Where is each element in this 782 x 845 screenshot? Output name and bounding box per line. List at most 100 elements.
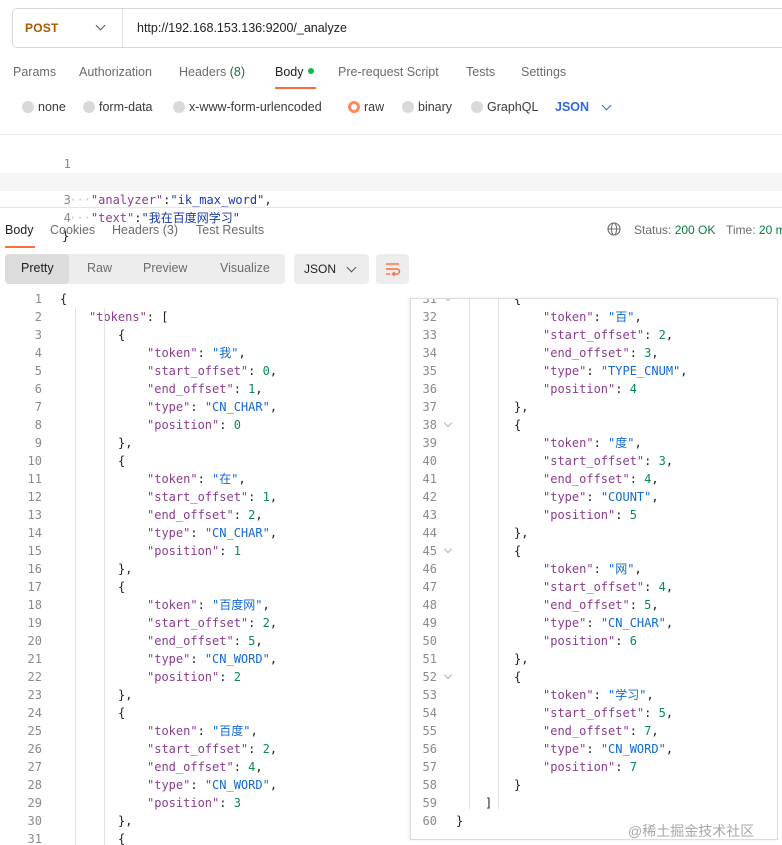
- radio-form-data[interactable]: [83, 101, 95, 113]
- code-text: "end_offset": 5,: [543, 598, 659, 612]
- tab-count-badge: (8): [229, 65, 246, 79]
- code-line: 35 "type": "TYPE_CNUM",: [411, 362, 777, 380]
- method-select[interactable]: POST: [13, 9, 123, 47]
- wrap-lines-icon: [386, 263, 401, 277]
- line-number: 17: [27, 580, 42, 594]
- globe-icon[interactable]: [607, 222, 621, 236]
- tab-tests[interactable]: Tests: [466, 65, 495, 79]
- response-tab-cookies[interactable]: Cookies: [50, 223, 95, 237]
- radio-none[interactable]: [22, 101, 34, 113]
- tab-body[interactable]: Body: [275, 65, 314, 79]
- method-label: POST: [25, 21, 59, 35]
- line-number: 20: [27, 634, 42, 648]
- radio-binary[interactable]: [402, 101, 414, 113]
- code-text: {: [60, 292, 68, 306]
- tab-params[interactable]: Params: [13, 65, 56, 79]
- line-number: 50: [422, 634, 437, 648]
- response-body-sticky-pane[interactable]: 31 {32 "token": "百", 33 "start_offset": 2, 34…: [410, 298, 778, 840]
- line-number: 41: [422, 472, 437, 486]
- code-text: "type": "TYPE_CNUM",: [543, 364, 688, 378]
- code-text: "start_offset": 0,: [147, 364, 278, 378]
- code-text: },: [514, 400, 529, 414]
- line-number: 59: [422, 796, 437, 810]
- response-format-select[interactable]: JSON: [294, 254, 369, 284]
- line-number: 28: [27, 778, 42, 792]
- chevron-down-icon: [95, 20, 106, 31]
- tab-settings[interactable]: Settings: [521, 65, 566, 79]
- line-number: 56: [422, 742, 437, 756]
- status-indicator[interactable]: Status: 200 OK: [634, 223, 715, 237]
- line-number: 37: [422, 400, 437, 414]
- view-visualize-button[interactable]: Visualize: [220, 261, 270, 275]
- view-raw-button[interactable]: Raw: [87, 261, 112, 275]
- code-line: 47 "start_offset": 4,: [411, 578, 777, 596]
- radio-x-www-form-urlencoded[interactable]: [173, 101, 185, 113]
- code-line: 36 "position": 4: [411, 380, 777, 398]
- code-text: {: [514, 670, 522, 684]
- line-number: 49: [422, 616, 437, 630]
- indent-guide: [469, 299, 470, 809]
- tab-authorization[interactable]: Authorization: [79, 65, 152, 79]
- code-text: "end_offset": 2,: [147, 508, 263, 522]
- code-text: "position": 1: [147, 544, 241, 558]
- code-text: "token": "百度网",: [147, 598, 270, 612]
- code-text: "tokens": [: [89, 310, 169, 324]
- line-number: 2: [34, 310, 42, 324]
- response-tab-body[interactable]: Body: [5, 223, 34, 237]
- wrap-lines-button[interactable]: [376, 254, 409, 284]
- line-number: 53: [422, 688, 437, 702]
- code-line: 48 "end_offset": 5,: [411, 596, 777, 614]
- code-line: 43 "position": 5: [411, 506, 777, 524]
- radio-graphql[interactable]: [471, 101, 483, 113]
- code-line: 37},: [411, 398, 777, 416]
- response-tab-test-results[interactable]: Test Results: [196, 223, 264, 237]
- code-text: },: [118, 436, 133, 450]
- time-label: Time:: [726, 223, 756, 237]
- code-text: "type": "CN_CHAR",: [147, 526, 278, 540]
- code-text: ]: [485, 796, 493, 810]
- line-number: 39: [422, 436, 437, 450]
- request-body-editor[interactable]: 1 { 2 ····"analyzer":"ik_max_word", 3 ··…: [0, 134, 782, 243]
- response-tabs: Body Cookies Headers (3) Test Results St…: [0, 218, 782, 248]
- body-format-select[interactable]: JSON: [555, 100, 589, 114]
- code-text: {: [514, 544, 522, 558]
- line-number: 4: [34, 346, 42, 360]
- tab-headers[interactable]: Headers (8): [179, 65, 245, 79]
- line-number: 29: [27, 796, 42, 810]
- code-text: "type": "CN_CHAR",: [543, 616, 674, 630]
- code-text: {: [514, 298, 522, 306]
- line-number: 13: [27, 508, 42, 522]
- code-text: "token": "网",: [543, 562, 642, 576]
- code-text: {: [118, 580, 126, 594]
- line-number: 26: [27, 742, 42, 756]
- tab-label: Pre-request Script: [338, 65, 439, 79]
- code-text: "position": 6: [543, 634, 637, 648]
- radio-raw[interactable]: [348, 101, 360, 113]
- tab-pre-request-script[interactable]: Pre-request Script: [338, 65, 439, 79]
- line-number: 33: [422, 328, 437, 342]
- code-line: 39 "token": "度",: [411, 434, 777, 452]
- code-text: "start_offset": 4,: [543, 580, 674, 594]
- view-pretty-button[interactable]: Pretty: [21, 261, 54, 275]
- view-preview-button[interactable]: Preview: [143, 261, 187, 275]
- code-text: }: [514, 778, 522, 792]
- status-value: 200 OK: [674, 223, 716, 237]
- code-text: },: [118, 688, 133, 702]
- code-text: "position": 4: [543, 382, 637, 396]
- code-text: "end_offset": 4,: [543, 472, 659, 486]
- line-number: 34: [422, 346, 437, 360]
- tab-label: Body: [275, 65, 304, 79]
- time-value: 20 m: [758, 223, 782, 237]
- response-tab-headers[interactable]: Headers (3): [112, 223, 178, 237]
- code-line: 33 "start_offset": 2,: [411, 326, 777, 344]
- code-line: 31 {: [411, 298, 777, 308]
- code-text: "position": 3: [147, 796, 241, 810]
- tab-label: Headers: [112, 223, 160, 237]
- code-text: {: [514, 418, 522, 432]
- request-tabs: Params Authorization Headers (8) Body Pr…: [0, 62, 782, 90]
- url-input[interactable]: [137, 21, 737, 35]
- line-number: 18: [27, 598, 42, 612]
- code-text: "type": "CN_CHAR",: [147, 400, 278, 414]
- code-line: 44},: [411, 524, 777, 542]
- time-indicator[interactable]: Time: 20 m: [726, 223, 782, 237]
